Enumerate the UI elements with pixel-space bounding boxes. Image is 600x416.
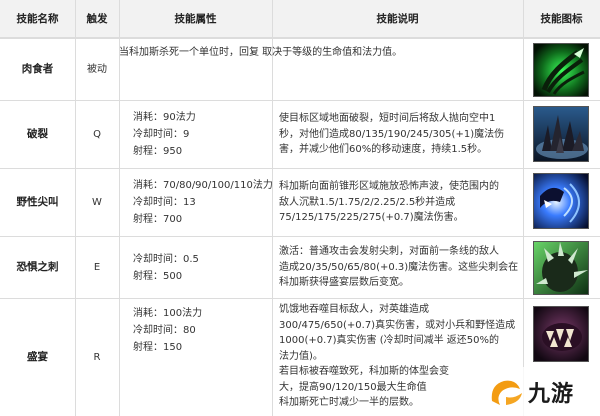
skill-description-line: 当科加斯杀死一个单位时，回复 取决于等级的生命值和法力值。	[119, 47, 403, 58]
attr-cost: 消耗：70/80/90/100/110法力	[133, 180, 272, 191]
skill-trigger: W	[92, 197, 102, 208]
skill-attributes: 消耗：70/80/90/100/110法力 冷却时间：13 射程：700	[119, 169, 272, 236]
skill-description-line: 75/125/175/225/275(+0.7)魔法伤害。	[279, 212, 464, 224]
watermark-logo-text: 九游	[528, 381, 575, 407]
skill-name: 野性尖叫	[16, 196, 59, 208]
attr-cost: 消耗：100法力	[133, 307, 203, 319]
attr-range: 射程：700	[133, 214, 183, 225]
header-trigger: 触发	[75, 0, 119, 38]
skill-trigger: E	[93, 262, 101, 273]
skill-description-line: 害，并减少他们60%的移动速度，持续1.5秒。	[279, 144, 488, 156]
skill-description-line: 300/475/650(+0.7)真实伤害，或对小兵和野怪造成	[279, 319, 516, 331]
skill-description-line: 法力值)。	[279, 350, 323, 362]
rupture-spikes-icon	[533, 106, 589, 162]
attr-cooldown: 冷却时间：80	[133, 324, 196, 336]
feast-maw-icon	[533, 306, 589, 362]
skill-description: 科加斯向面前锥形区域施放恐怖声波，使范围内的 敌人沉默1.5/1.75/2/2.…	[272, 169, 523, 236]
skill-description-line: 科加斯向面前锥形区域施放恐怖声波，使范围内的	[279, 181, 499, 193]
passive-talon-icon	[533, 43, 589, 97]
header-attributes: 技能属性	[119, 0, 272, 38]
skill-description: 使目标区域地面破裂，短时间后将敌人抛向空中1 秒，对他们造成80/135/190…	[272, 101, 523, 168]
watermark: 九游	[448, 367, 600, 416]
skill-attributes: 消耗：100法力 冷却时间：80 射程：150	[119, 299, 272, 361]
scream-wave-icon	[533, 173, 589, 229]
attr-range: 射程：950	[133, 146, 183, 157]
header-skill-name: 技能名称	[0, 0, 75, 38]
spike-shell-icon	[533, 241, 589, 295]
attr-cost: 消耗：90法力	[133, 112, 196, 123]
skill-description: 激活：普通攻击会发射尖刺，对面前一条线的敌人 造成20/35/50/65/80(…	[272, 237, 523, 298]
skill-description-line: 激活：普通攻击会发射尖刺，对面前一条线的敌人	[279, 246, 499, 258]
skill-description-line: 使目标区域地面破裂，短时间后将敌人抛向空中1	[279, 113, 496, 125]
skill-description-line: 敌人沉默1.5/1.75/2/2.25/2.5秒并造成	[279, 196, 456, 208]
skill-description-line: 秒，对他们造成80/135/190/245/305(+1)魔法伤	[279, 128, 505, 140]
attr-cooldown: 冷却时间：0.5	[133, 253, 199, 265]
attr-range: 射程：500	[133, 270, 183, 282]
header-description: 技能说明	[272, 0, 523, 38]
skill-description-line: 1000(+0.7)真实伤害 (冷却时间减半 返还50%的	[279, 335, 500, 346]
skill-description-line: 造成20/35/50/65/80(+0.3)魔法伤害。这些尖刺会在	[279, 261, 519, 273]
skill-description-line: 科加斯获得盛宴层数后变宽。	[279, 277, 409, 289]
skill-name: 肉食者	[21, 63, 54, 75]
skill-trigger: Q	[93, 129, 101, 140]
attr-cooldown: 冷却时间：9	[133, 129, 190, 140]
skill-name: 盛宴	[27, 351, 48, 363]
attr-range: 射程：150	[133, 341, 183, 353]
skill-description-row: 当科加斯杀死一个单位时，回复 取决于等级的生命值和法力值。	[119, 45, 523, 65]
watermark-logo-icon	[491, 380, 522, 405]
skill-attributes: 消耗：90法力 冷却时间：9 射程：950	[119, 101, 272, 168]
skill-description-line: 饥饿地吞噬目标敌人，对英雄造成	[279, 304, 429, 315]
attr-cooldown: 冷却时间：13	[133, 197, 196, 208]
skill-trigger: R	[93, 352, 101, 363]
skills-table: 技能名称 触发 技能属性 技能说明 技能图标 肉食者 被动 当科加斯杀死一个单位…	[0, 0, 600, 416]
grid-vline	[523, 0, 524, 416]
skill-name: 破裂	[27, 128, 48, 140]
skill-name: 恐惧之刺	[16, 261, 59, 273]
header-icon: 技能图标	[523, 0, 600, 38]
skill-trigger: 被动	[87, 64, 107, 75]
skill-attributes: 冷却时间：0.5 射程：500	[119, 237, 272, 298]
